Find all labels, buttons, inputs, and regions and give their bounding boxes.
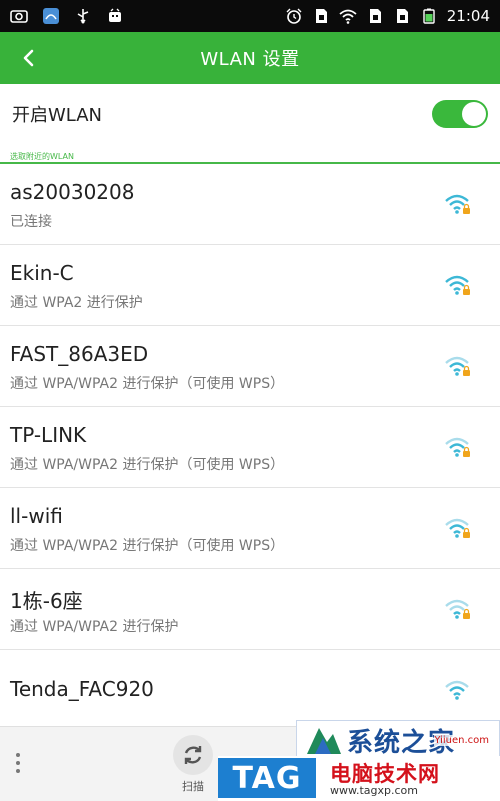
app-icon	[42, 8, 60, 24]
sim3-icon	[393, 8, 411, 24]
alarm-icon	[285, 8, 303, 24]
usb-icon	[74, 8, 92, 24]
network-list: as20030208 已连接 Ekin-C 通过 WPA2 进行保护 FAST_…	[0, 164, 500, 731]
sim2-icon	[366, 8, 384, 24]
overflow-menu-button[interactable]	[6, 747, 30, 779]
watermark-logo-icon	[305, 724, 343, 756]
section-header: 选取附近的WLAN	[0, 144, 500, 164]
network-status: 通过 WPA2 进行保护	[10, 295, 143, 311]
scan-label: 扫描	[182, 780, 204, 793]
menu-dot-icon	[16, 761, 20, 765]
scan-button[interactable]: 扫描	[168, 735, 218, 797]
network-status: 通过 WPA/WPA2 进行保护（可使用 WPS）	[10, 538, 285, 554]
android-debug-icon	[106, 8, 124, 24]
network-name: TP-LINK	[10, 423, 87, 447]
back-button[interactable]	[10, 40, 48, 76]
network-item[interactable]: ll-wifi 通过 WPA/WPA2 进行保护（可使用 WPS）	[0, 488, 500, 569]
wifi-lock-icon	[444, 516, 472, 540]
battery-icon	[420, 8, 438, 24]
network-status: 已连接	[10, 214, 52, 230]
watermark-url: www.tagxp.com	[330, 784, 418, 797]
watermark-site-banner: 系统之家 Yiiuen.com	[296, 720, 500, 760]
section-label: 选取附近的WLAN	[10, 152, 75, 161]
scan-circle	[173, 735, 213, 775]
wifi-icon	[339, 8, 357, 24]
network-item[interactable]: as20030208 已连接	[0, 164, 500, 245]
wifi-lock-icon	[444, 354, 472, 378]
status-icons-right: 21:04	[285, 7, 490, 25]
status-bar: 21:04	[0, 0, 500, 32]
status-time: 21:04	[446, 7, 490, 25]
watermark-site-small: Yiiuen.com	[434, 735, 489, 746]
wifi-lock-icon	[444, 192, 472, 216]
menu-dot-icon	[16, 769, 20, 773]
wifi-lock-icon	[444, 435, 472, 459]
switch-knob	[462, 102, 486, 126]
network-item[interactable]: Tenda_FAC920	[0, 650, 500, 731]
page-title: WLAN 设置	[200, 49, 300, 70]
app-bar: WLAN 设置	[0, 32, 500, 84]
sim-icon	[312, 8, 330, 24]
menu-dot-icon	[16, 753, 20, 757]
status-icons-left	[10, 8, 124, 24]
network-name: Ekin-C	[10, 261, 74, 285]
wlan-switch[interactable]	[432, 100, 488, 128]
refresh-icon	[184, 746, 202, 764]
network-name: Tenda_FAC920	[10, 677, 154, 701]
network-status: 通过 WPA/WPA2 进行保护（可使用 WPS）	[10, 457, 285, 473]
screenshot-icon	[10, 8, 28, 24]
network-name: 1栋-6座	[10, 589, 83, 613]
chevron-left-icon	[23, 49, 34, 67]
network-item[interactable]: FAST_86A3ED 通过 WPA/WPA2 进行保护（可使用 WPS）	[0, 326, 500, 407]
wlan-toggle-row[interactable]: 开启WLAN	[0, 84, 500, 144]
wlan-toggle-label: 开启WLAN	[12, 105, 103, 126]
network-name: FAST_86A3ED	[10, 342, 149, 366]
network-item[interactable]: TP-LINK 通过 WPA/WPA2 进行保护（可使用 WPS）	[0, 407, 500, 488]
watermark-tag-banner: TAG 电脑技术网 www.tagxp.com	[218, 756, 500, 801]
wifi-open-icon	[444, 678, 472, 702]
wifi-lock-icon	[444, 273, 472, 297]
wifi-lock-icon	[444, 597, 472, 621]
network-name: ll-wifi	[10, 504, 63, 528]
network-status: 通过 WPA/WPA2 进行保护	[10, 619, 179, 635]
network-item[interactable]: 1栋-6座 通过 WPA/WPA2 进行保护	[0, 569, 500, 650]
network-item[interactable]: Ekin-C 通过 WPA2 进行保护	[0, 245, 500, 326]
network-status: 通过 WPA/WPA2 进行保护（可使用 WPS）	[10, 376, 285, 392]
network-name: as20030208	[10, 180, 135, 204]
watermark-tag-logo: TAG	[218, 758, 316, 798]
